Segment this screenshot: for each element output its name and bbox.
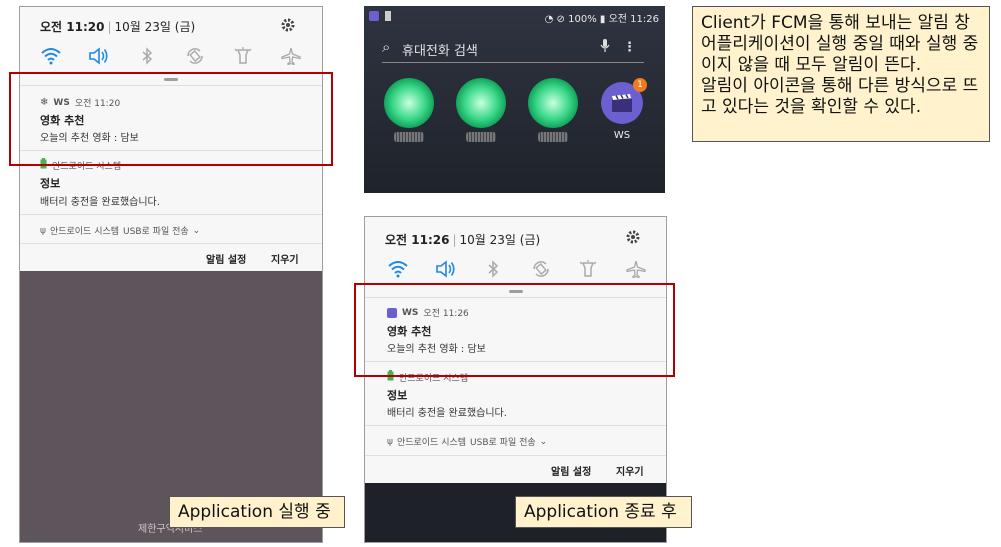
home-app-2[interactable] <box>453 78 509 142</box>
airplane-mode-icon[interactable] <box>280 47 302 65</box>
clear-all-button[interactable]: 지우기 <box>616 463 644 478</box>
app-icon-blurred <box>384 78 434 128</box>
search-icon: ⌕ <box>382 38 391 56</box>
flashlight-icon[interactable] <box>577 260 599 278</box>
system-notification-title: 정보 <box>387 389 408 402</box>
shade-status-bar: 오전 11:20 | 10월 23일 (금) <box>40 20 196 34</box>
highlight-box-closed <box>354 283 675 377</box>
search-placeholder: 휴대전화 검색 <box>402 44 478 59</box>
status-time: 오전 11:20 <box>40 20 105 34</box>
home-screen-screenshot: ◔ ⊘ 100% ▮ 오전 11:26 ⌕ 휴대전화 검색 ⋮ 1 WS <box>364 6 665 193</box>
shade-divider <box>20 243 322 244</box>
usb-app-name: 안드로이드 시스템 <box>49 227 120 237</box>
app-icon-blurred <box>456 78 506 128</box>
app-label-blurred <box>394 132 424 142</box>
quick-settings-row <box>387 260 647 278</box>
notification-divider <box>20 214 322 215</box>
shade-divider <box>365 455 666 456</box>
home-status-right: ◔ ⊘ 100% ▮ 오전 11:26 <box>545 10 659 25</box>
flashlight-icon[interactable] <box>232 47 254 65</box>
system-notification-text: 배터리 충전을 완료했습니다. <box>387 408 507 419</box>
usb-notification[interactable]: ψ 안드로이드 시스템 USB로 파일 전송 ⌄ <box>387 435 548 449</box>
signal-icon: ◔ <box>544 14 554 25</box>
notification-divider <box>365 425 666 426</box>
phone-search-bar[interactable]: ⌕ 휴대전화 검색 ⋮ <box>382 38 644 63</box>
app-label-blurred <box>538 132 568 142</box>
note-line-3: 알림이 아이콘을 통해 다른 방식으로 뜨고 있다는 것을 확인할 수 있다. <box>701 76 979 117</box>
notification-settings-button[interactable]: 알림 설정 <box>551 463 591 478</box>
battery-status-icon <box>385 11 392 21</box>
home-status-left-icons <box>369 11 392 24</box>
chevron-down-icon[interactable]: ⌄ <box>540 437 548 447</box>
wifi-icon[interactable] <box>387 260 409 278</box>
system-notification-title: 정보 <box>40 177 61 190</box>
status-date: 10월 23일 (금) <box>459 233 541 247</box>
ws-status-icon <box>369 11 379 21</box>
auto-rotate-icon[interactable] <box>530 260 552 278</box>
usb-icon: ψ <box>387 436 393 447</box>
home-app-ws[interactable]: 1 WS <box>597 78 647 141</box>
clear-all-button[interactable]: 지우기 <box>271 251 299 266</box>
chevron-down-icon[interactable]: ⌄ <box>193 226 201 236</box>
sound-icon[interactable] <box>88 47 110 65</box>
usb-text: USB로 파일 전송 <box>470 438 536 448</box>
notification-badge: 1 <box>633 78 647 92</box>
more-options-icon[interactable]: ⋮ <box>623 40 636 55</box>
airplane-mode-icon[interactable] <box>625 260 647 278</box>
home-app-3[interactable] <box>525 78 581 142</box>
bluetooth-icon[interactable] <box>136 47 158 65</box>
no-sim-icon: ⊘ <box>556 14 565 25</box>
usb-notification[interactable]: ψ 안드로이드 시스템 USB로 파일 전송 ⌄ <box>40 224 201 238</box>
settings-gear-icon[interactable] <box>280 17 296 37</box>
settings-gear-icon[interactable] <box>625 229 641 249</box>
highlight-box-running <box>9 72 333 166</box>
note-line-2: 어플리케이션이 실행 중일 때와 실행 중이지 않을 때 모두 알림이 뜬다. <box>701 34 979 75</box>
caption-running: Application 실행 중 <box>169 496 345 528</box>
battery-icon: ▮ <box>599 14 606 25</box>
wifi-icon[interactable] <box>40 47 62 65</box>
home-status-time: 오전 11:26 <box>608 14 659 25</box>
note-line-1: Client가 FCM을 통해 보내는 알림 창 <box>701 13 970 33</box>
usb-text: USB로 파일 전송 <box>123 227 189 237</box>
bluetooth-icon[interactable] <box>482 260 504 278</box>
usb-icon: ψ <box>40 225 46 236</box>
home-app-1[interactable] <box>381 78 437 142</box>
mic-icon[interactable] <box>600 39 610 57</box>
explanation-note: Client가 FCM을 통해 보내는 알림 창 어플리케이션이 실행 중일 때… <box>692 6 990 142</box>
shade-status-bar: 오전 11:26 | 10월 23일 (금) <box>385 233 541 247</box>
status-date: 10월 23일 (금) <box>114 20 196 34</box>
battery-percent: 100% <box>568 14 597 25</box>
caption-closed: Application 종료 후 <box>515 496 692 528</box>
app-label-blurred <box>466 132 496 142</box>
ws-app-label: WS <box>613 130 631 141</box>
app-icon-blurred <box>528 78 578 128</box>
auto-rotate-icon[interactable] <box>184 47 206 65</box>
sound-icon[interactable] <box>435 260 457 278</box>
system-notification-text: 배터리 충전을 완료했습니다. <box>40 197 160 208</box>
quick-settings-row <box>40 47 302 65</box>
usb-app-name: 안드로이드 시스템 <box>396 438 467 448</box>
notification-settings-button[interactable]: 알림 설정 <box>206 251 246 266</box>
right-phone-screenshot: 오전 11:26 | 10월 23일 (금) WS 오전 11:26 영화 추천 오… <box>364 216 667 543</box>
status-time: 오전 11:26 <box>385 233 450 247</box>
